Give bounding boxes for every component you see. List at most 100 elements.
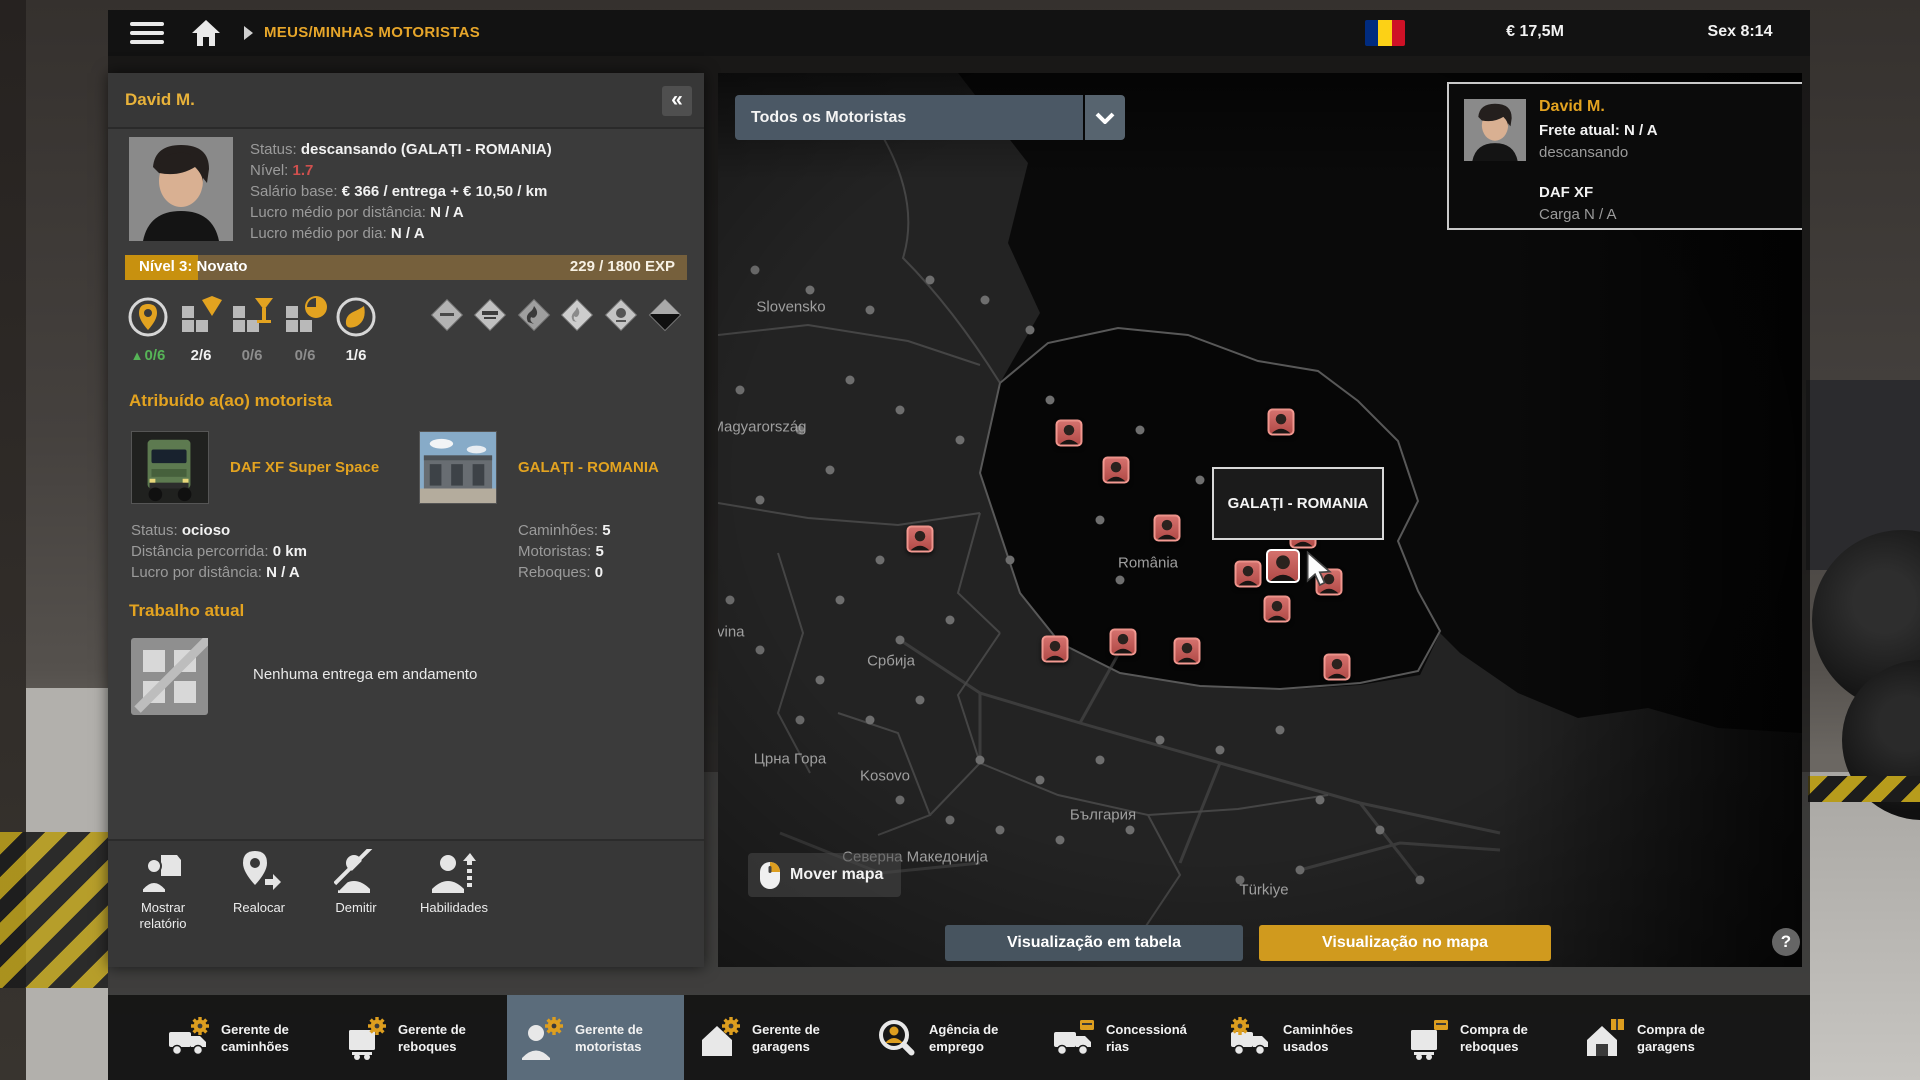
skills-icon <box>432 849 476 893</box>
dismiss-button[interactable]: Demitir <box>309 849 403 916</box>
city-dot <box>866 716 875 725</box>
collapse-panel-button[interactable]: « <box>662 86 692 116</box>
driver-marker[interactable] <box>1154 515 1181 542</box>
long-distance-icon <box>125 294 171 340</box>
map-view-button[interactable]: Visualização no mapa <box>1259 925 1551 961</box>
buy-garage-icon <box>1583 1016 1627 1060</box>
city-dot <box>896 796 905 805</box>
nav-item-trailer-manager[interactable]: Gerente de reboques <box>330 995 507 1080</box>
map-country-label: Magyarország <box>718 419 807 436</box>
skill-eco-driving[interactable]: 1/6 <box>333 294 379 364</box>
menu-icon[interactable] <box>130 22 166 46</box>
city-dot <box>1296 866 1305 875</box>
city-dot <box>916 696 925 705</box>
driver-marker[interactable] <box>1056 420 1083 447</box>
romania-flag-icon <box>1365 20 1405 46</box>
driver-marker[interactable] <box>1235 561 1262 588</box>
city-dot <box>816 676 825 685</box>
home-icon[interactable] <box>190 18 222 48</box>
map-country-label: Србија <box>867 653 915 670</box>
nav-item-dealerships[interactable]: Concessioná rias <box>1038 995 1215 1080</box>
city-dot <box>1416 876 1425 885</box>
nav-item-label: Compra de garagens <box>1637 1021 1705 1055</box>
driver-marker[interactable] <box>907 526 934 553</box>
nav-item-label: Caminhões usados <box>1283 1021 1353 1055</box>
mouse-cursor-icon <box>1302 551 1336 589</box>
relocate-button[interactable]: Realocar <box>212 849 306 916</box>
gear-icon <box>545 1017 563 1035</box>
nav-item-buy-trailers[interactable]: Compra de reboques <box>1392 995 1569 1080</box>
driver-marker[interactable] <box>1174 638 1201 665</box>
adr-flammable-liquids-icon <box>515 296 553 334</box>
hover-status: descansando <box>1539 144 1628 161</box>
gear-icon <box>722 1017 740 1035</box>
relocate-icon <box>237 849 281 893</box>
driver-marker[interactable] <box>1266 549 1300 583</box>
nav-item-garage-manager[interactable]: Gerente de garagens <box>684 995 861 1080</box>
driver-marker[interactable] <box>1268 409 1295 436</box>
move-map-hint: Mover mapa <box>748 853 901 897</box>
driver-filter-dropdown[interactable]: Todos os Motoristas <box>735 95 1125 140</box>
nav-item-buy-garages[interactable]: Compra de garagens <box>1569 995 1746 1080</box>
driver-map-view[interactable]: SlovenskoMagyarországRomâniarcegovinaСрб… <box>718 73 1802 967</box>
nav-item-driver-manager[interactable]: Gerente de motoristas <box>507 995 684 1080</box>
nav-item-label: Gerente de reboques <box>398 1021 466 1055</box>
driver-marker[interactable] <box>1110 629 1137 656</box>
nav-item-label: Compra de reboques <box>1460 1021 1528 1055</box>
driver-marker[interactable] <box>1042 636 1069 663</box>
driver-marker[interactable] <box>1324 654 1351 681</box>
assigned-heading: Atribuído a(ao) motorista <box>129 391 332 411</box>
driver-detail-panel: David M. « Status: descansando (GALAȚI -… <box>108 73 704 967</box>
skill-long-distance[interactable]: ▲0/6 <box>125 294 171 364</box>
city-dot <box>946 816 955 825</box>
nav-item-job-agency[interactable]: Agência de emprego <box>861 995 1038 1080</box>
person-search-icon <box>875 1016 919 1060</box>
city-dot <box>996 826 1005 835</box>
driver-portrait <box>129 137 233 241</box>
adr-oxidizers-icon <box>602 296 640 334</box>
hazard-stripes <box>1808 776 1920 802</box>
map-country-label: България <box>1070 807 1136 824</box>
city-dot <box>796 716 805 725</box>
driver-filter-value[interactable]: Todos os Motoristas <box>735 95 1083 140</box>
nav-item-truck-manager[interactable]: Gerente de caminhões <box>153 995 330 1080</box>
skill-fragile-cargo[interactable]: 0/6 <box>229 294 275 364</box>
experience-points: 229 / 1800 EXP <box>570 258 675 275</box>
help-icon[interactable]: ? <box>1772 928 1800 956</box>
city-dot <box>1056 836 1065 845</box>
level-progress-bar: Nível 3: Novato 229 / 1800 EXP <box>125 255 687 280</box>
city-dot <box>826 466 835 475</box>
garage-stats: Caminhões: 5 Motoristas: 5 Reboques: 0 <box>518 520 611 583</box>
city-dot <box>1316 796 1325 805</box>
person-gear-icon <box>521 1016 565 1060</box>
map-country-label: rcegovina <box>718 624 745 641</box>
city-dot <box>836 596 845 605</box>
no-delivery-text: Nenhuma entrega em andamento <box>253 666 477 683</box>
garage-thumbnail[interactable] <box>419 431 497 504</box>
gear-icon <box>1231 1017 1249 1035</box>
city-dot <box>736 386 745 395</box>
breadcrumb-arrow-icon <box>244 26 253 40</box>
driver-actions-bar: Mostrar relatório Realocar Demitir Habil… <box>108 839 704 967</box>
buy-trailer-icon <box>1406 1016 1450 1060</box>
driver-marker[interactable] <box>1103 457 1130 484</box>
city-dot <box>1276 726 1285 735</box>
table-view-button[interactable]: Visualização em tabela <box>945 925 1243 961</box>
driver-name-title: David M. <box>125 90 195 110</box>
player-money: € 17,5M <box>1460 23 1610 41</box>
assigned-truck-label[interactable]: DAF XF Super Space <box>230 459 379 476</box>
truck-gear-icon <box>167 1016 211 1060</box>
city-dot <box>1096 756 1105 765</box>
chevron-down-icon[interactable] <box>1085 95 1125 140</box>
top-bar: MEUS/MINHAS MOTORISTAS € 17,5M Sex 8:14 <box>108 10 1810 56</box>
skill-high-value-cargo[interactable]: 2/6 <box>178 294 224 364</box>
assigned-garage-label[interactable]: GALAȚI - ROMANIA <box>518 459 659 476</box>
show-report-button[interactable]: Mostrar relatório <box>116 849 210 932</box>
city-dot <box>1036 776 1045 785</box>
nav-item-used-trucks[interactable]: Caminhões usados <box>1215 995 1392 1080</box>
driver-marker[interactable] <box>1264 596 1291 623</box>
city-dot <box>866 306 875 315</box>
skills-button[interactable]: Habilidades <box>407 849 501 916</box>
skill-urgent-delivery[interactable]: 0/6 <box>282 294 328 364</box>
truck-thumbnail[interactable] <box>131 431 209 504</box>
